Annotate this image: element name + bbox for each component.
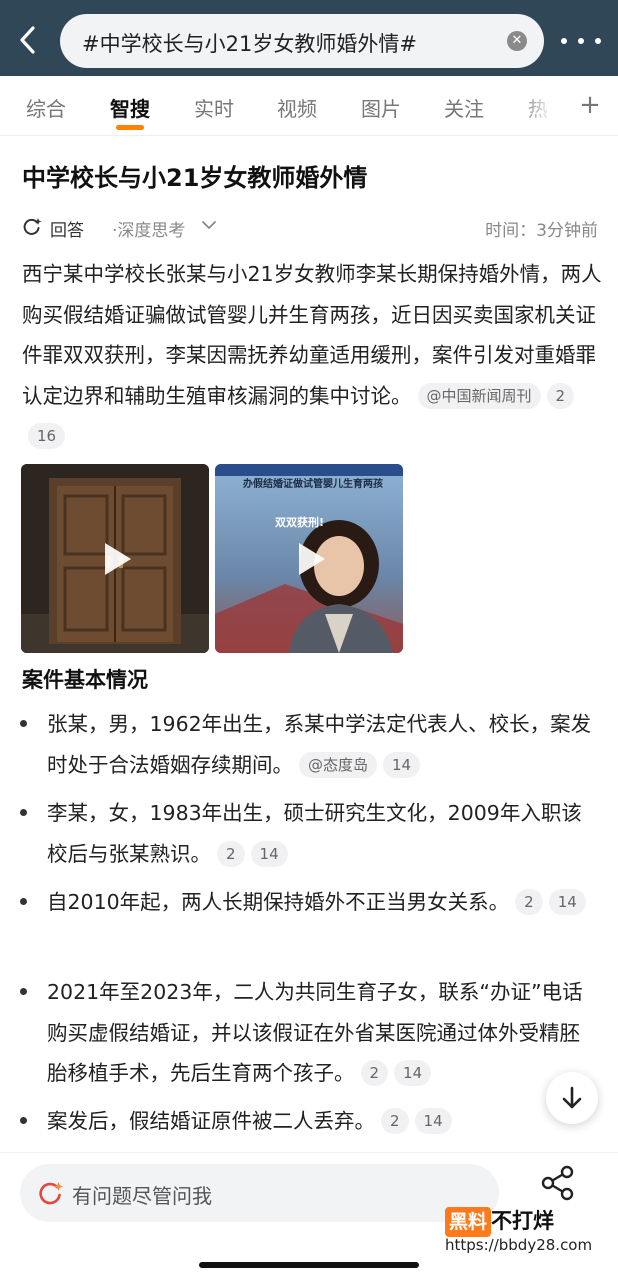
chevron-left-icon [20, 26, 35, 54]
list-item: 张某，男，1962年出生，系某中学法定代表人、校长，案发时处于合法婚姻存续期间。… [20, 704, 596, 785]
ref-chip[interactable]: 2 [217, 840, 245, 867]
bullet-dot [20, 809, 27, 816]
ref-chip[interactable]: 2 [546, 382, 575, 409]
video-thumbnail-door[interactable] [21, 464, 209, 653]
list-item: 李某，女，1983年出生，硕士研究生文化，2009年入职该校后与张某熟识。 2 14 [20, 793, 596, 874]
more-button[interactable] [561, 26, 601, 56]
video-overlay-headline: 双双获刑! [275, 516, 325, 529]
tab-video[interactable]: 视频 [277, 93, 317, 122]
active-tab-indicator [116, 125, 144, 130]
list-item-body: 2021年至2023年，二人为共同生育子女，联系“办证”电话购买虚假结婚证，并以… [20, 972, 596, 1094]
ref-chip[interactable]: 2 [381, 1108, 409, 1134]
answer-meta: 回答 ·深度思考 时间：3分钟前 [22, 216, 598, 241]
tab-bar: 综合 智搜 实时 视频 图片 关注 热 + [0, 76, 618, 136]
summary-paragraph: 西宁某中学校长张某与小21岁女教师李某长期保持婚外情，两人购买假结婚证骗做试管婴… [22, 254, 606, 457]
play-icon [105, 542, 131, 575]
ref-chip[interactable]: 14 [414, 1108, 452, 1134]
more-dot [595, 38, 601, 44]
arrow-down-icon [562, 1086, 582, 1109]
bullet-dot [20, 720, 27, 727]
ref-chip[interactable]: 14 [383, 751, 421, 778]
source-chip[interactable]: @中国新闻周刊 [417, 382, 541, 409]
list-item: 自2010年起，两人长期保持婚外不正当男女关系。 2 14 [20, 882, 596, 923]
more-dot [578, 38, 584, 44]
chevron-down-icon[interactable] [202, 220, 216, 230]
search-input[interactable]: #中学校长与小21岁女教师婚外情# ✕ [60, 14, 544, 68]
ask-input[interactable]: 有问题尽管问我 [20, 1164, 499, 1222]
list-item-body: 张某，男，1962年出生，系某中学法定代表人、校长，案发时处于合法婚姻存续期间。… [20, 704, 596, 785]
watermark-logo-a: 黑料 [445, 1207, 492, 1237]
tab-fade [520, 76, 568, 135]
home-indicator [199, 1262, 419, 1268]
search-header: #中学校长与小21岁女教师婚外情# ✕ [0, 0, 618, 76]
list-item-text: 李某，女，1983年出生，硕士研究生文化，2009年入职该校后与张某熟识。 [47, 801, 582, 866]
tab-smart-search[interactable]: 智搜 [110, 93, 150, 122]
ref-chip[interactable]: 14 [548, 889, 586, 915]
ask-placeholder: 有问题尽管问我 [72, 1184, 212, 1208]
bullet-dot [20, 1117, 27, 1124]
ref-chip[interactable]: 14 [394, 1060, 432, 1086]
bullet-dot [20, 898, 27, 905]
answer-label: 回答 [50, 221, 84, 241]
share-button[interactable] [538, 1163, 578, 1203]
scroll-down-button[interactable] [546, 1072, 598, 1124]
share-icon [541, 1165, 574, 1201]
add-tab-button[interactable]: + [578, 90, 602, 120]
list-item-body: 李某，女，1983年出生，硕士研究生文化，2009年入职该校后与张某熟识。 2 14 [20, 793, 596, 874]
video-thumbnail-woman[interactable]: 办假结婚证做试管婴儿生育两孩 双双获刑! [215, 464, 403, 653]
watermark-url: https://bbdy28.com [445, 1236, 593, 1254]
bullet-dot [20, 988, 27, 995]
tab-following[interactable]: 关注 [444, 93, 484, 122]
clear-icon[interactable]: ✕ [507, 31, 527, 51]
watermark-logo: 黑料 不打烊 [445, 1206, 555, 1237]
ref-chip[interactable]: 2 [515, 889, 543, 915]
article-title: 中学校长与小21岁女教师婚外情 [22, 164, 368, 192]
list-item-text: 2021年至2023年，二人为共同生育子女，联系“办证”电话购买虚假结婚证，并以… [47, 980, 583, 1085]
tab-images[interactable]: 图片 [361, 93, 401, 122]
list-item-body: 案发后，假结婚证原件被二人丢弃。 2 14 [20, 1101, 596, 1142]
list-item-text: 自2010年起，两人长期保持婚外不正当男女关系。 [47, 890, 510, 914]
watermark-logo-b: 不打烊 [491, 1209, 555, 1233]
ref-chip[interactable]: 2 [360, 1060, 389, 1086]
tab-comprehensive[interactable]: 综合 [26, 93, 66, 122]
source-chip[interactable]: @态度岛 [299, 751, 378, 778]
ref-chip[interactable]: 14 [250, 840, 288, 867]
tab-realtime[interactable]: 实时 [194, 93, 234, 122]
deep-think-toggle[interactable]: ·深度思考 [112, 216, 185, 241]
back-button[interactable] [10, 22, 46, 58]
answer-time: 时间：3分钟前 [485, 221, 598, 241]
list-item-body: 自2010年起，两人长期保持婚外不正当男女关系。 2 14 [20, 882, 596, 923]
list-item: 案发后，假结婚证原件被二人丢弃。 2 14 [20, 1101, 596, 1142]
play-icon [299, 542, 325, 575]
sparkle-search-icon [39, 1182, 63, 1205]
section-title: 案件基本情况 [22, 668, 148, 692]
list-item-text: 案发后，假结婚证原件被二人丢弃。 [47, 1109, 375, 1133]
more-dot [561, 38, 567, 44]
video-overlay-caption: 办假结婚证做试管婴儿生育两孩 [243, 479, 383, 490]
ref-chip[interactable]: 16 [28, 423, 66, 449]
list-item: 2021年至2023年，二人为共同生育子女，联系“办证”电话购买虚假结婚证，并以… [20, 972, 596, 1094]
sparkle-icon [23, 218, 42, 235]
search-query: #中学校长与小21岁女教师婚外情# [82, 32, 417, 56]
